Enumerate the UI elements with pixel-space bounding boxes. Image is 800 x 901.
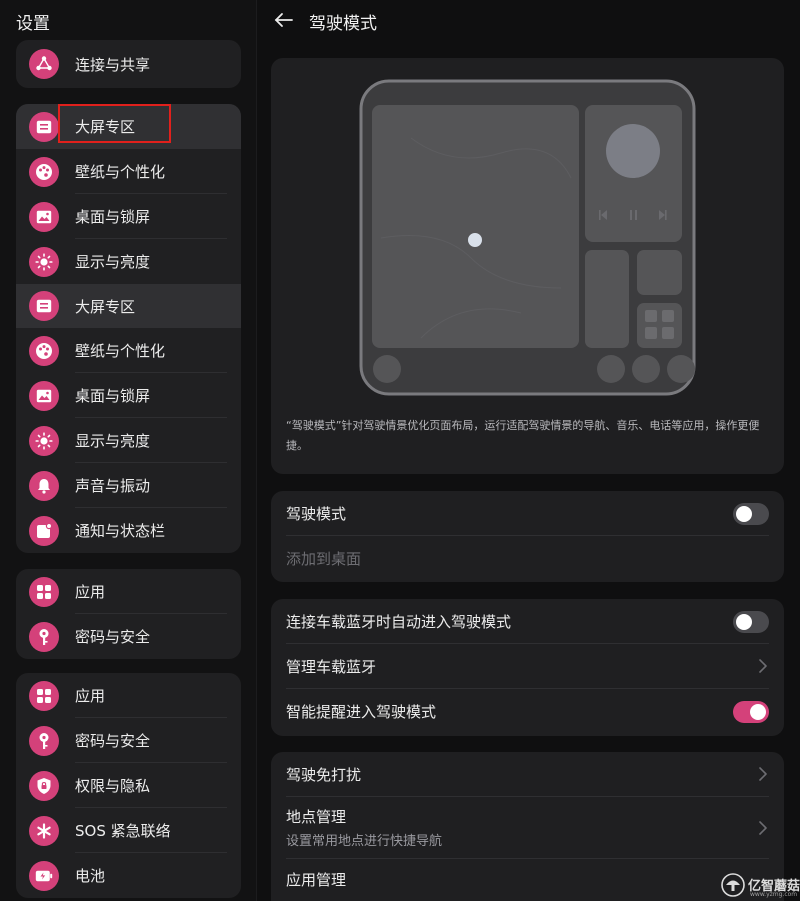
sidebar-item-wallpaper[interactable]: 壁纸与个性化 (16, 149, 241, 194)
large-screen-icon (29, 112, 59, 142)
manage-bluetooth-label: 管理车载蓝牙 (286, 658, 377, 676)
sidebar-item-notification[interactable]: 通知与状态栏 (16, 508, 241, 553)
sidebar-item-label: 显示与亮度 (75, 253, 151, 271)
sidebar-item-connect-share[interactable]: 连接与共享 (16, 40, 241, 88)
sidebar-item-display[interactable]: 显示与亮度 (16, 239, 241, 284)
auto-bluetooth-row[interactable]: 连接车载蓝牙时自动进入驾驶模式 (271, 599, 784, 644)
sidebar-item-label: 桌面与锁屏 (75, 208, 151, 226)
apps-icon (29, 681, 59, 711)
watermark-logo-icon (721, 873, 745, 897)
highlight-box (58, 104, 171, 143)
sidebar-item-sos[interactable]: SOS 紧急联络 (16, 808, 241, 853)
sidebar-item-display-2[interactable]: 显示与亮度 (16, 418, 241, 463)
back-button[interactable] (271, 6, 299, 34)
places-sublabel: 设置常用地点进行快捷导航 (286, 834, 443, 849)
image-icon (29, 202, 59, 232)
sidebar-item-password-security-2[interactable]: 密码与安全 (16, 718, 241, 763)
driving-mode-card: 驾驶模式 添加到桌面 (271, 491, 784, 582)
key-icon (29, 726, 59, 756)
app-management-label: 应用管理 (286, 871, 347, 889)
smart-prompt-toggle[interactable] (733, 701, 769, 723)
notification-icon (29, 516, 59, 546)
auto-bluetooth-toggle[interactable] (733, 611, 769, 633)
dnd-row[interactable]: 驾驶免打扰 (271, 752, 784, 797)
toggle-knob (750, 704, 766, 720)
toggle-knob (736, 614, 752, 630)
sidebar-item-wallpaper-2[interactable]: 壁纸与个性化 (16, 328, 241, 373)
sidebar-group-connect: 连接与共享 (16, 40, 241, 88)
driving-mode-row[interactable]: 驾驶模式 (271, 491, 784, 536)
sidebar-item-apps-2[interactable]: 应用 (16, 673, 241, 718)
manage-bluetooth-row[interactable]: 管理车载蓝牙 (271, 644, 784, 689)
sidebar-item-desktop-lock-2[interactable]: 桌面与锁屏 (16, 373, 241, 418)
sidebar-group-apps: 应用 密码与安全 (16, 569, 241, 659)
sidebar-group-display: 大屏专区 壁纸与个性化 桌面与锁屏 显示与亮度 大屏专区 壁纸与个性化 桌面与锁… (16, 104, 241, 553)
sidebar-item-privacy[interactable]: 权限与隐私 (16, 763, 241, 808)
sidebar-item-large-screen[interactable]: 大屏专区 (16, 104, 241, 149)
chevron-right-icon (759, 659, 767, 673)
sidebar-item-label: 声音与振动 (75, 477, 151, 495)
sidebar-item-label: SOS 紧急联络 (75, 822, 171, 840)
places-row[interactable]: 地点管理 设置常用地点进行快捷导航 (271, 797, 784, 859)
more-settings-card: 驾驶免打扰 地点管理 设置常用地点进行快捷导航 应用管理 (271, 752, 784, 901)
watermark: 亿智蘑菇 www.yzmg.com (720, 870, 800, 901)
app-management-row[interactable]: 应用管理 (271, 859, 784, 901)
sidebar-item-label: 应用 (75, 687, 106, 705)
back-arrow-icon (274, 13, 293, 27)
preview-card: “驾驶模式”针对驾驶情景优化页面布局，运行适配驾驶情景的导航、音乐、电话等应用，… (271, 58, 784, 474)
toggle-knob (736, 506, 752, 522)
sidebar-item-label: 密码与安全 (75, 732, 151, 750)
sidebar-item-label: 壁纸与个性化 (75, 163, 166, 181)
palette-icon (29, 157, 59, 187)
sidebar-item-desktop-lock[interactable]: 桌面与锁屏 (16, 194, 241, 239)
add-to-desktop-label: 添加到桌面 (286, 550, 362, 568)
sidebar-item-label: 壁纸与个性化 (75, 342, 166, 360)
smart-prompt-row[interactable]: 智能提醒进入驾驶模式 (271, 689, 784, 734)
large-screen-icon (29, 291, 59, 321)
bluetooth-card: 连接车载蓝牙时自动进入驾驶模式 管理车载蓝牙 智能提醒进入驾驶模式 (271, 599, 784, 736)
palette-icon (29, 336, 59, 366)
dnd-label: 驾驶免打扰 (286, 766, 362, 784)
sidebar-item-label: 电池 (75, 867, 106, 885)
key-icon (29, 622, 59, 652)
driving-mode-label: 驾驶模式 (286, 505, 347, 523)
sidebar-item-label: 应用 (75, 583, 106, 601)
sidebar-item-label: 显示与亮度 (75, 432, 151, 450)
battery-icon (29, 861, 59, 891)
watermark-url: www.yzmg.com (750, 891, 798, 898)
sidebar-item-sound[interactable]: 声音与振动 (16, 463, 241, 508)
places-label: 地点管理 (286, 808, 347, 826)
sidebar-item-apps[interactable]: 应用 (16, 569, 241, 614)
sidebar-item-large-screen-2[interactable]: 大屏专区 (16, 284, 241, 328)
sidebar-group-privacy: 应用 密码与安全 权限与隐私 SOS 紧急联络 电池 (16, 673, 241, 898)
chevron-right-icon (759, 821, 767, 835)
page-title: 驾驶模式 (309, 14, 377, 34)
driving-mode-toggle[interactable] (733, 503, 769, 525)
smart-prompt-label: 智能提醒进入驾驶模式 (286, 703, 437, 721)
sos-icon (29, 816, 59, 846)
sidebar-item-battery[interactable]: 电池 (16, 853, 241, 898)
driving-mode-preview-illustration (359, 79, 696, 396)
sidebar-item-label: 密码与安全 (75, 628, 151, 646)
apps-icon (29, 577, 59, 607)
bell-icon (29, 471, 59, 501)
sidebar-item-label: 连接与共享 (75, 55, 151, 74)
sidebar-item-label: 桌面与锁屏 (75, 387, 151, 405)
sidebar-title: 设置 (16, 14, 50, 34)
image-icon (29, 381, 59, 411)
shield-icon (29, 771, 59, 801)
preview-description: “驾驶模式”针对驾驶情景优化页面布局，运行适配驾驶情景的导航、音乐、电话等应用，… (286, 419, 760, 452)
share-icon (29, 49, 59, 79)
sidebar-item-label: 大屏专区 (75, 297, 136, 316)
sun-icon (29, 426, 59, 456)
sidebar-item-label: 权限与隐私 (75, 777, 151, 795)
sun-icon (29, 247, 59, 277)
sidebar-item-label: 通知与状态栏 (75, 522, 166, 540)
settings-sidebar: 设置 连接与共享 大屏专区 壁纸与个性化 桌面与锁屏 显示与亮度 大屏专区 壁纸… (0, 0, 256, 901)
driving-mode-page: 驾驶模式 “驾驶模式”针对驾驶情景优化页面布局，运行适配驾驶情景的导航、音乐、电… (257, 0, 800, 901)
add-to-desktop-row: 添加到桌面 (271, 536, 784, 581)
sidebar-item-password-security[interactable]: 密码与安全 (16, 614, 241, 659)
chevron-right-icon (759, 767, 767, 781)
auto-bluetooth-label: 连接车载蓝牙时自动进入驾驶模式 (286, 613, 512, 631)
